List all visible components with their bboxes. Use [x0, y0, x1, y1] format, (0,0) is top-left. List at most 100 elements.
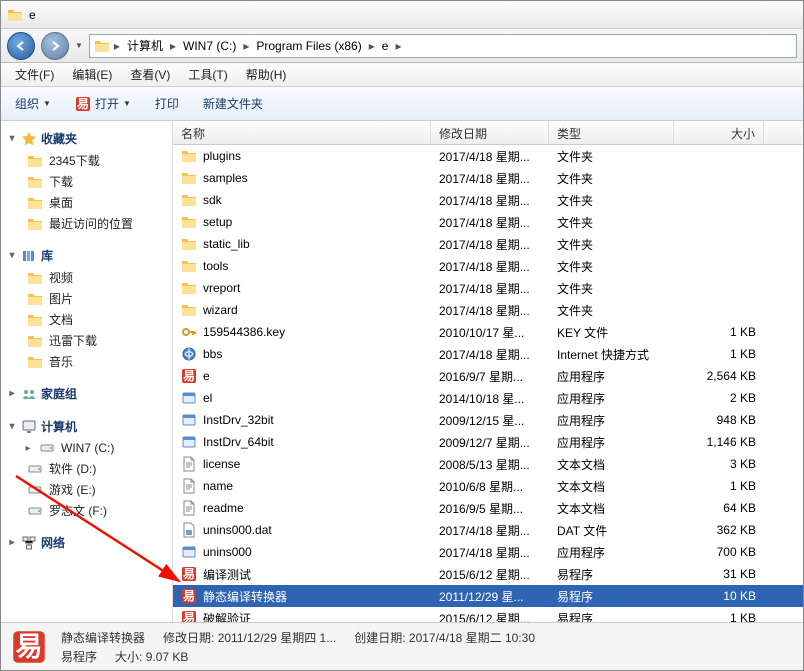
file-row[interactable]: unins000.dat2017/4/18 星期...DAT 文件362 KB [173, 519, 803, 541]
collapse-icon[interactable]: ▾ [7, 250, 17, 261]
expand-icon[interactable]: ▸ [7, 537, 17, 548]
address-bar[interactable]: ▸ 计算机 ▸ WIN7 (C:) ▸ Program Files (x86) … [89, 34, 797, 58]
breadcrumb-computer[interactable]: 计算机 [124, 36, 166, 55]
folder-icon [27, 195, 43, 211]
folder-icon [27, 312, 43, 328]
file-type: 文本文档 [549, 500, 674, 517]
file-row[interactable]: InstDrv_64bit2009/12/7 星期...应用程序1,146 KB [173, 431, 803, 453]
breadcrumb-win7-c[interactable]: WIN7 (C:) [180, 38, 239, 54]
tree-drive[interactable]: 罗志文 (F:) [5, 500, 168, 521]
chevron-right-icon[interactable]: ▸ [395, 39, 401, 53]
file-type: 文件夹 [549, 236, 674, 253]
tree-item[interactable]: 迅雷下载 [5, 330, 168, 351]
file-row[interactable]: el2014/10/18 星...应用程序2 KB [173, 387, 803, 409]
file-date: 2008/5/13 星期... [431, 456, 549, 473]
col-date[interactable]: 修改日期 [431, 121, 549, 144]
collapse-icon[interactable]: ▾ [7, 133, 17, 144]
open-button[interactable]: 打开 ▼ [69, 91, 137, 116]
tree-drive[interactable]: ▸WIN7 (C:) [5, 438, 168, 458]
text-icon [181, 456, 197, 472]
print-button[interactable]: 打印 [149, 91, 185, 116]
file-row[interactable]: plugins2017/4/18 星期...文件夹 [173, 145, 803, 167]
file-name: license [203, 457, 240, 471]
chevron-right-icon[interactable]: ▸ [369, 39, 375, 53]
expand-icon[interactable]: ▸ [23, 443, 33, 454]
new-folder-button[interactable]: 新建文件夹 [197, 91, 269, 116]
status-size-label: 大小: [115, 650, 142, 664]
file-type: 易程序 [549, 610, 674, 623]
nav-tree[interactable]: ▾收藏夹 2345下载下载桌面最近访问的位置 ▾库 视频图片文档迅雷下载音乐 ▸… [1, 121, 173, 622]
folder-icon [27, 354, 43, 370]
menu-help[interactable]: 帮助(H) [238, 63, 295, 86]
file-date: 2017/4/18 星期... [431, 522, 549, 539]
breadcrumb-e[interactable]: e [379, 38, 392, 54]
chevron-right-icon[interactable]: ▸ [243, 39, 249, 53]
file-date: 2015/6/12 星期... [431, 610, 549, 623]
collapse-icon[interactable]: ▾ [7, 421, 17, 432]
col-name[interactable]: 名称 [173, 121, 431, 144]
file-row[interactable]: vreport2017/4/18 星期...文件夹 [173, 277, 803, 299]
tree-item[interactable]: 文档 [5, 309, 168, 330]
e-icon [181, 610, 197, 622]
computer-icon [21, 419, 37, 435]
file-row[interactable]: wizard2017/4/18 星期...文件夹 [173, 299, 803, 321]
tree-item-label: 游戏 (E:) [49, 481, 96, 498]
history-dropdown-icon[interactable]: ▼ [75, 41, 83, 50]
file-row[interactable]: tools2017/4/18 星期...文件夹 [173, 255, 803, 277]
file-row[interactable]: 破解验证2015/6/12 星期...易程序1 KB [173, 607, 803, 622]
file-row[interactable]: license2008/5/13 星期...文本文档3 KB [173, 453, 803, 475]
tree-favorites[interactable]: ▾收藏夹 [5, 127, 168, 150]
tree-drive[interactable]: 软件 (D:) [5, 458, 168, 479]
file-row[interactable]: unins0002017/4/18 星期...应用程序700 KB [173, 541, 803, 563]
forward-button[interactable] [41, 32, 69, 60]
file-rows[interactable]: plugins2017/4/18 星期...文件夹samples2017/4/1… [173, 145, 803, 622]
tree-item-label: 图片 [49, 290, 73, 307]
file-row[interactable]: setup2017/4/18 星期...文件夹 [173, 211, 803, 233]
file-row[interactable]: 静态编译转换器2011/12/29 星...易程序10 KB [173, 585, 803, 607]
tree-item[interactable]: 图片 [5, 288, 168, 309]
tree-item[interactable]: 音乐 [5, 351, 168, 372]
col-size[interactable]: 大小 [674, 121, 764, 144]
tree-drive[interactable]: 游戏 (E:) [5, 479, 168, 500]
file-row[interactable]: e2016/9/7 星期...应用程序2,564 KB [173, 365, 803, 387]
tree-network[interactable]: ▸网络 [5, 531, 168, 554]
tree-item[interactable]: 最近访问的位置 [5, 213, 168, 234]
tree-item[interactable]: 下载 [5, 171, 168, 192]
file-type: 文件夹 [549, 280, 674, 297]
chevron-right-icon[interactable]: ▸ [170, 39, 176, 53]
chevron-right-icon[interactable]: ▸ [114, 39, 120, 53]
tree-item-label: 下载 [49, 173, 73, 190]
tree-item[interactable]: 2345下载 [5, 150, 168, 171]
file-name: 编译测试 [203, 566, 251, 583]
file-row[interactable]: InstDrv_32bit2009/12/15 星...应用程序948 KB [173, 409, 803, 431]
col-type[interactable]: 类型 [549, 121, 674, 144]
organize-button[interactable]: 组织 ▼ [9, 91, 57, 116]
back-button[interactable] [7, 32, 35, 60]
file-type: KEY 文件 [549, 324, 674, 341]
menu-edit[interactable]: 编辑(E) [64, 63, 120, 86]
file-date: 2015/6/12 星期... [431, 566, 549, 583]
tree-homegroup[interactable]: ▸家庭组 [5, 382, 168, 405]
file-name: tools [203, 259, 228, 273]
tree-computer[interactable]: ▾计算机 [5, 415, 168, 438]
file-row[interactable]: readme2016/9/5 星期...文本文档64 KB [173, 497, 803, 519]
file-row[interactable]: name2010/6/8 星期...文本文档1 KB [173, 475, 803, 497]
expand-icon[interactable]: ▸ [7, 388, 17, 399]
library-icon [21, 248, 37, 264]
menu-view[interactable]: 查看(V) [122, 63, 178, 86]
file-name: unins000.dat [203, 523, 272, 537]
tree-libraries[interactable]: ▾库 [5, 244, 168, 267]
file-row[interactable]: 159544386.key2010/10/17 星...KEY 文件1 KB [173, 321, 803, 343]
file-date: 2009/12/7 星期... [431, 434, 549, 451]
file-row[interactable]: static_lib2017/4/18 星期...文件夹 [173, 233, 803, 255]
file-row[interactable]: 编译测试2015/6/12 星期...易程序31 KB [173, 563, 803, 585]
file-row[interactable]: samples2017/4/18 星期...文件夹 [173, 167, 803, 189]
file-row[interactable]: bbs2017/4/18 星期...Internet 快捷方式1 KB [173, 343, 803, 365]
breadcrumb-program-files[interactable]: Program Files (x86) [253, 38, 364, 54]
tree-item[interactable]: 视频 [5, 267, 168, 288]
exe-icon [181, 390, 197, 406]
menu-file[interactable]: 文件(F) [7, 63, 62, 86]
file-row[interactable]: sdk2017/4/18 星期...文件夹 [173, 189, 803, 211]
tree-item[interactable]: 桌面 [5, 192, 168, 213]
menu-tools[interactable]: 工具(T) [180, 63, 235, 86]
